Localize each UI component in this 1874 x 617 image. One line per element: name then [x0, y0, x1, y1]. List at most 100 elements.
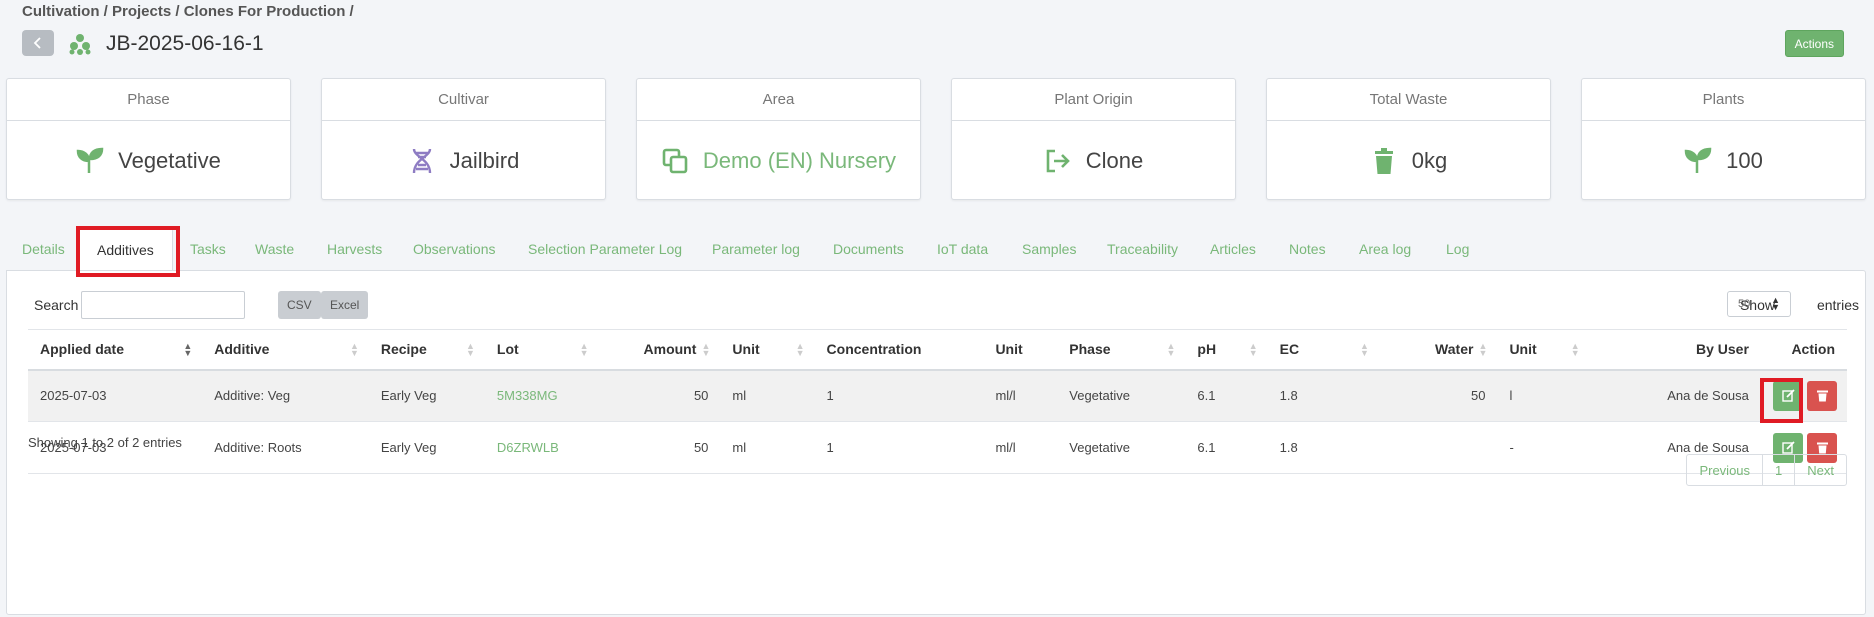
card-value: 0kg [1411, 148, 1448, 173]
col-amount[interactable]: Amount ▲ ▼ [598, 329, 721, 371]
lot-link[interactable]: 5M338MG [497, 388, 558, 403]
trash-icon [1374, 148, 1393, 174]
sort-updown-icon: ▲ ▼ [1771, 295, 1780, 312]
highlight-box-edit-button [1760, 378, 1803, 423]
cell-amount: 50 [598, 369, 721, 422]
page-size-value: 50 [1738, 298, 1751, 310]
col-phase[interactable]: Phase ▲ ▼ [1057, 329, 1186, 371]
col-unit[interactable]: Unit ▲ ▼ [720, 329, 815, 371]
pagination-next[interactable]: Next [1794, 455, 1846, 485]
cell-lot: D6ZRWLB [484, 421, 599, 474]
col-action: Action [1760, 329, 1847, 371]
pagination-previous[interactable]: Previous [1687, 455, 1762, 485]
page-size-select[interactable]: 50 ▲ ▼ [1727, 291, 1791, 317]
table-header-row: Applied date ▲ ▼ Additive ▲ ▼ Recipe ▲ ▼ Lot ▲ ▼… [28, 329, 1847, 371]
sign-out-icon [1046, 149, 1070, 173]
card-cultivar: Cultivar Jailbird [321, 78, 606, 200]
tab-bar: Details Additives Tasks Waste Harvests O… [6, 228, 1866, 270]
tab-harvests[interactable]: Harvests [327, 228, 382, 270]
card-label: Plants [1582, 79, 1865, 121]
col-water-unit[interactable]: Unit ▲ ▼ [1497, 329, 1590, 371]
card-label: Cultivar [322, 79, 605, 121]
card-value: 100 [1726, 148, 1763, 173]
tab-tasks[interactable]: Tasks [190, 228, 226, 270]
cell-water [1378, 421, 1498, 474]
tab-details[interactable]: Details [22, 228, 65, 270]
card-plant-origin: Plant Origin Clone [951, 78, 1236, 200]
table-row: 2025-07-03 Additive: Roots Early Veg D6Z… [28, 421, 1847, 474]
card-plants: Plants 100 [1581, 78, 1866, 200]
lot-link[interactable]: D6ZRWLB [497, 440, 559, 455]
card-label: Area [637, 79, 920, 121]
cell-additive: Additive: Roots [202, 421, 369, 474]
entries-label: entries [1816, 297, 1859, 313]
csv-button[interactable]: CSV [278, 291, 321, 319]
tab-log[interactable]: Log [1446, 228, 1469, 270]
cell-water-unit: - [1497, 421, 1590, 474]
trash-icon [1816, 442, 1828, 454]
col-recipe[interactable]: Recipe ▲ ▼ [368, 329, 485, 371]
delete-button[interactable] [1807, 380, 1837, 411]
table-row: 2025-07-03 Additive: Veg Early Veg 5M338… [28, 369, 1847, 422]
tab-documents[interactable]: Documents [833, 228, 904, 270]
sprout-icon [76, 147, 104, 173]
tab-notes[interactable]: Notes [1289, 228, 1326, 270]
cell-by-user: Ana de Sousa [1589, 369, 1761, 422]
trash-icon [1816, 390, 1828, 402]
cell-water-unit: l [1497, 369, 1590, 422]
col-ph[interactable]: pH ▲ ▼ [1185, 329, 1268, 371]
additives-table: Applied date ▲ ▼ Additive ▲ ▼ Recipe ▲ ▼ Lot ▲ ▼… [28, 329, 1847, 474]
col-concentration: Concentration [814, 329, 984, 371]
actions-button[interactable]: Actions [1784, 30, 1844, 57]
tab-waste[interactable]: Waste [255, 228, 294, 270]
cell-amount: 50 [598, 421, 721, 474]
tab-samples[interactable]: Samples [1022, 228, 1076, 270]
card-value: Clone [1085, 148, 1144, 173]
cell-recipe: Early Veg [368, 421, 485, 474]
col-ec[interactable]: EC ▲ ▼ [1267, 329, 1379, 371]
cell-lot: 5M338MG [484, 369, 599, 422]
plants-cluster-icon [69, 34, 91, 55]
page-title: JB-2025-06-16-1 [106, 32, 264, 55]
cell-water: 50 [1378, 369, 1498, 422]
cell-concentration: 1 [814, 421, 984, 474]
card-value: Vegetative [118, 148, 221, 173]
copy-icon [662, 148, 688, 174]
sprout-icon [1684, 147, 1712, 173]
card-label: Total Waste [1267, 79, 1550, 121]
cell-additive: Additive: Veg [202, 369, 369, 422]
pagination: Previous 1 Next [1686, 454, 1847, 486]
tab-iot-data[interactable]: IoT data [937, 228, 988, 270]
cell-ph: 6.1 [1185, 421, 1268, 474]
card-phase: Phase Vegetative [6, 78, 291, 200]
area-link[interactable]: Demo (EN) Nursery [703, 148, 896, 174]
cell-phase: Vegetative [1057, 421, 1186, 474]
cell-concentration-unit: ml/l [983, 369, 1058, 422]
tab-parameter-log[interactable]: Parameter log [712, 228, 800, 270]
cell-ec: 1.8 [1267, 369, 1379, 422]
col-applied-date[interactable]: Applied date ▲ ▼ [28, 329, 203, 371]
card-body: 0kg [1267, 121, 1550, 201]
cell-recipe: Early Veg [368, 369, 485, 422]
cell-concentration-unit: ml/l [983, 421, 1058, 474]
card-label: Plant Origin [952, 79, 1235, 121]
col-lot[interactable]: Lot ▲ ▼ [484, 329, 599, 371]
excel-button[interactable]: Excel [321, 291, 369, 319]
col-additive[interactable]: Additive ▲ ▼ [202, 329, 369, 371]
tab-traceability[interactable]: Traceability [1107, 228, 1178, 270]
edit-icon [1781, 441, 1795, 454]
tab-observations[interactable]: Observations [413, 228, 495, 270]
breadcrumb[interactable]: Cultivation / Projects / Clones For Prod… [22, 3, 354, 20]
card-body: Jailbird [322, 121, 605, 201]
card-label: Phase [7, 79, 290, 121]
search-input[interactable] [81, 291, 245, 319]
cell-phase: Vegetative [1057, 369, 1186, 422]
dna-icon [412, 148, 431, 174]
cell-ec: 1.8 [1267, 421, 1379, 474]
back-button[interactable] [22, 30, 54, 56]
tab-area-log[interactable]: Area log [1359, 228, 1411, 270]
tab-selection-parameter-log[interactable]: Selection Parameter Log [528, 228, 682, 270]
pagination-page-1[interactable]: 1 [1762, 455, 1794, 485]
col-water[interactable]: Water ▲ ▼ [1378, 329, 1498, 371]
tab-articles[interactable]: Articles [1210, 228, 1256, 270]
